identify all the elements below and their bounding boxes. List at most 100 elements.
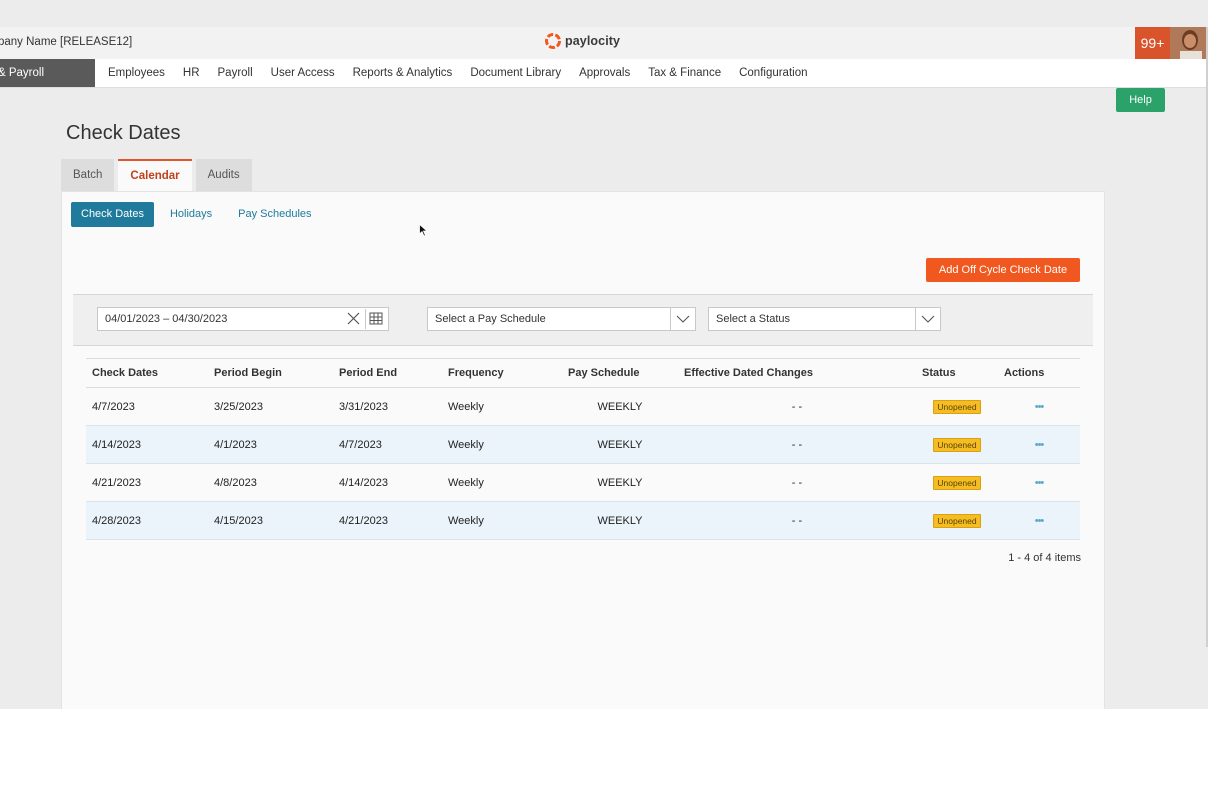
cell-frequency: Weekly: [442, 501, 562, 540]
blank-area: [0, 709, 1208, 806]
cell-period-end: 4/21/2023: [333, 501, 442, 540]
calendar-icon[interactable]: [365, 309, 386, 329]
cell-pay-schedule: WEEKLY: [562, 501, 678, 540]
col-header-effective-dated-changes[interactable]: Effective Dated Changes: [678, 358, 916, 388]
subtab-pay-schedules[interactable]: Pay Schedules: [228, 202, 321, 227]
cell-period-begin: 4/15/2023: [208, 501, 333, 540]
status-badge: Unopened: [933, 399, 981, 414]
help-button[interactable]: Help: [1116, 88, 1165, 112]
subtab-holidays[interactable]: Holidays: [160, 202, 222, 227]
col-header-check-dates[interactable]: Check Dates: [86, 358, 208, 388]
add-off-cycle-check-date-button[interactable]: Add Off Cycle Check Date: [926, 258, 1080, 282]
col-header-frequency[interactable]: Frequency: [442, 358, 562, 388]
cell-actions: •••: [998, 501, 1080, 540]
table-row[interactable]: 4/28/2023 4/15/2023 4/21/2023 Weekly WEE…: [86, 501, 1080, 540]
cell-check-date: 4/21/2023: [86, 463, 208, 502]
cell-pay-schedule: WEEKLY: [562, 425, 678, 464]
cell-status: Unopened: [916, 425, 998, 464]
status-placeholder: Select a Status: [716, 313, 790, 325]
col-header-period-begin[interactable]: Period Begin: [208, 358, 333, 388]
cell-period-begin: 3/25/2023: [208, 387, 333, 426]
status-badge: Unopened: [933, 437, 981, 452]
paylocity-logo: paylocity: [545, 33, 620, 49]
more-actions-icon[interactable]: •••: [1035, 515, 1045, 527]
cell-check-date: 4/28/2023: [86, 501, 208, 540]
cell-actions: •••: [998, 463, 1080, 502]
cell-frequency: Weekly: [442, 463, 562, 502]
chevron-down-icon[interactable]: [915, 308, 940, 330]
more-actions-icon[interactable]: •••: [1035, 401, 1045, 413]
notifications-badge[interactable]: 99+: [1135, 27, 1170, 59]
pager-info: 1 - 4 of 4 items: [1008, 552, 1081, 564]
cell-actions: •••: [998, 425, 1080, 464]
status-badge: Unopened: [933, 513, 981, 528]
clear-icon[interactable]: [347, 308, 360, 330]
cell-period-end: 4/14/2023: [333, 463, 442, 502]
filter-bar: 04/01/2023 – 04/30/2023 Select a Pay Sch…: [73, 294, 1093, 346]
cell-status: Unopened: [916, 387, 998, 426]
pay-schedule-select[interactable]: Select a Pay Schedule: [427, 307, 696, 331]
top-bar: pany Name [RELEASE12] paylocity 99+: [0, 27, 1208, 59]
company-name: pany Name [RELEASE12]: [0, 36, 133, 48]
nav-item-document-library[interactable]: Document Library: [470, 59, 561, 87]
table-header-row: Check Dates Period Begin Period End Freq…: [86, 358, 1080, 388]
cell-frequency: Weekly: [442, 387, 562, 426]
chevron-down-icon[interactable]: [670, 308, 695, 330]
tab-calendar[interactable]: Calendar: [118, 159, 192, 191]
nav-item-reports-analytics[interactable]: Reports & Analytics: [353, 59, 453, 87]
page-title: Check Dates: [66, 122, 181, 144]
app-window: pany Name [RELEASE12] paylocity 99+ & Pa…: [0, 0, 1208, 709]
cell-check-date: 4/14/2023: [86, 425, 208, 464]
main-nav: & Payroll Employees HR Payroll User Acce…: [0, 59, 1208, 88]
cell-check-date: 4/7/2023: [86, 387, 208, 426]
cell-pay-schedule: WEEKLY: [562, 387, 678, 426]
cell-status: Unopened: [916, 501, 998, 540]
sub-tabs: Check Dates Holidays Pay Schedules: [71, 202, 328, 227]
cell-status: Unopened: [916, 463, 998, 502]
cell-actions: •••: [998, 387, 1080, 426]
date-range-value: 04/01/2023 – 04/30/2023: [105, 313, 228, 325]
pay-schedule-placeholder: Select a Pay Schedule: [435, 313, 546, 325]
check-dates-table: Check Dates Period Begin Period End Freq…: [86, 358, 1080, 540]
cell-effective-dated-changes: - -: [678, 501, 916, 540]
table-row[interactable]: 4/21/2023 4/8/2023 4/14/2023 Weekly WEEK…: [86, 463, 1080, 502]
cell-effective-dated-changes: - -: [678, 463, 916, 502]
nav-item-payroll[interactable]: Payroll: [218, 59, 253, 87]
nav-item-tax-finance[interactable]: Tax & Finance: [648, 59, 721, 87]
nav-items: Employees HR Payroll User Access Reports…: [108, 59, 826, 87]
paylocity-logo-icon: [545, 33, 561, 49]
more-actions-icon[interactable]: •••: [1035, 477, 1045, 489]
avatar[interactable]: [1170, 27, 1208, 59]
nav-product-menu[interactable]: & Payroll: [0, 59, 95, 87]
cell-period-begin: 4/1/2023: [208, 425, 333, 464]
nav-item-employees[interactable]: Employees: [108, 59, 165, 87]
cell-frequency: Weekly: [442, 425, 562, 464]
logo-text: paylocity: [565, 34, 621, 48]
status-badge: Unopened: [933, 475, 981, 490]
cell-period-begin: 4/8/2023: [208, 463, 333, 502]
cell-effective-dated-changes: - -: [678, 387, 916, 426]
table-row[interactable]: 4/14/2023 4/1/2023 4/7/2023 Weekly WEEKL…: [86, 425, 1080, 464]
nav-item-approvals[interactable]: Approvals: [579, 59, 630, 87]
col-header-status[interactable]: Status: [916, 358, 998, 388]
cell-effective-dated-changes: - -: [678, 425, 916, 464]
nav-item-configuration[interactable]: Configuration: [739, 59, 807, 87]
tab-batch[interactable]: Batch: [61, 159, 115, 191]
nav-item-user-access[interactable]: User Access: [271, 59, 335, 87]
nav-product-label: & Payroll: [0, 67, 45, 79]
col-header-actions: Actions: [998, 358, 1080, 388]
calendar-panel: Check Dates Holidays Pay Schedules Add O…: [61, 191, 1105, 709]
col-header-pay-schedule[interactable]: Pay Schedule: [562, 358, 678, 388]
table-row[interactable]: 4/7/2023 3/25/2023 3/31/2023 Weekly WEEK…: [86, 387, 1080, 426]
nav-item-hr[interactable]: HR: [183, 59, 200, 87]
tab-audits[interactable]: Audits: [195, 159, 252, 191]
subtab-check-dates[interactable]: Check Dates: [71, 202, 154, 227]
status-select[interactable]: Select a Status: [708, 307, 941, 331]
col-header-period-end[interactable]: Period End: [333, 358, 442, 388]
date-range-input[interactable]: 04/01/2023 – 04/30/2023: [97, 307, 389, 331]
more-actions-icon[interactable]: •••: [1035, 439, 1045, 451]
cell-period-end: 3/31/2023: [333, 387, 442, 426]
cell-period-end: 4/7/2023: [333, 425, 442, 464]
main-tabs: Batch Calendar Audits: [61, 159, 256, 191]
cell-pay-schedule: WEEKLY: [562, 463, 678, 502]
